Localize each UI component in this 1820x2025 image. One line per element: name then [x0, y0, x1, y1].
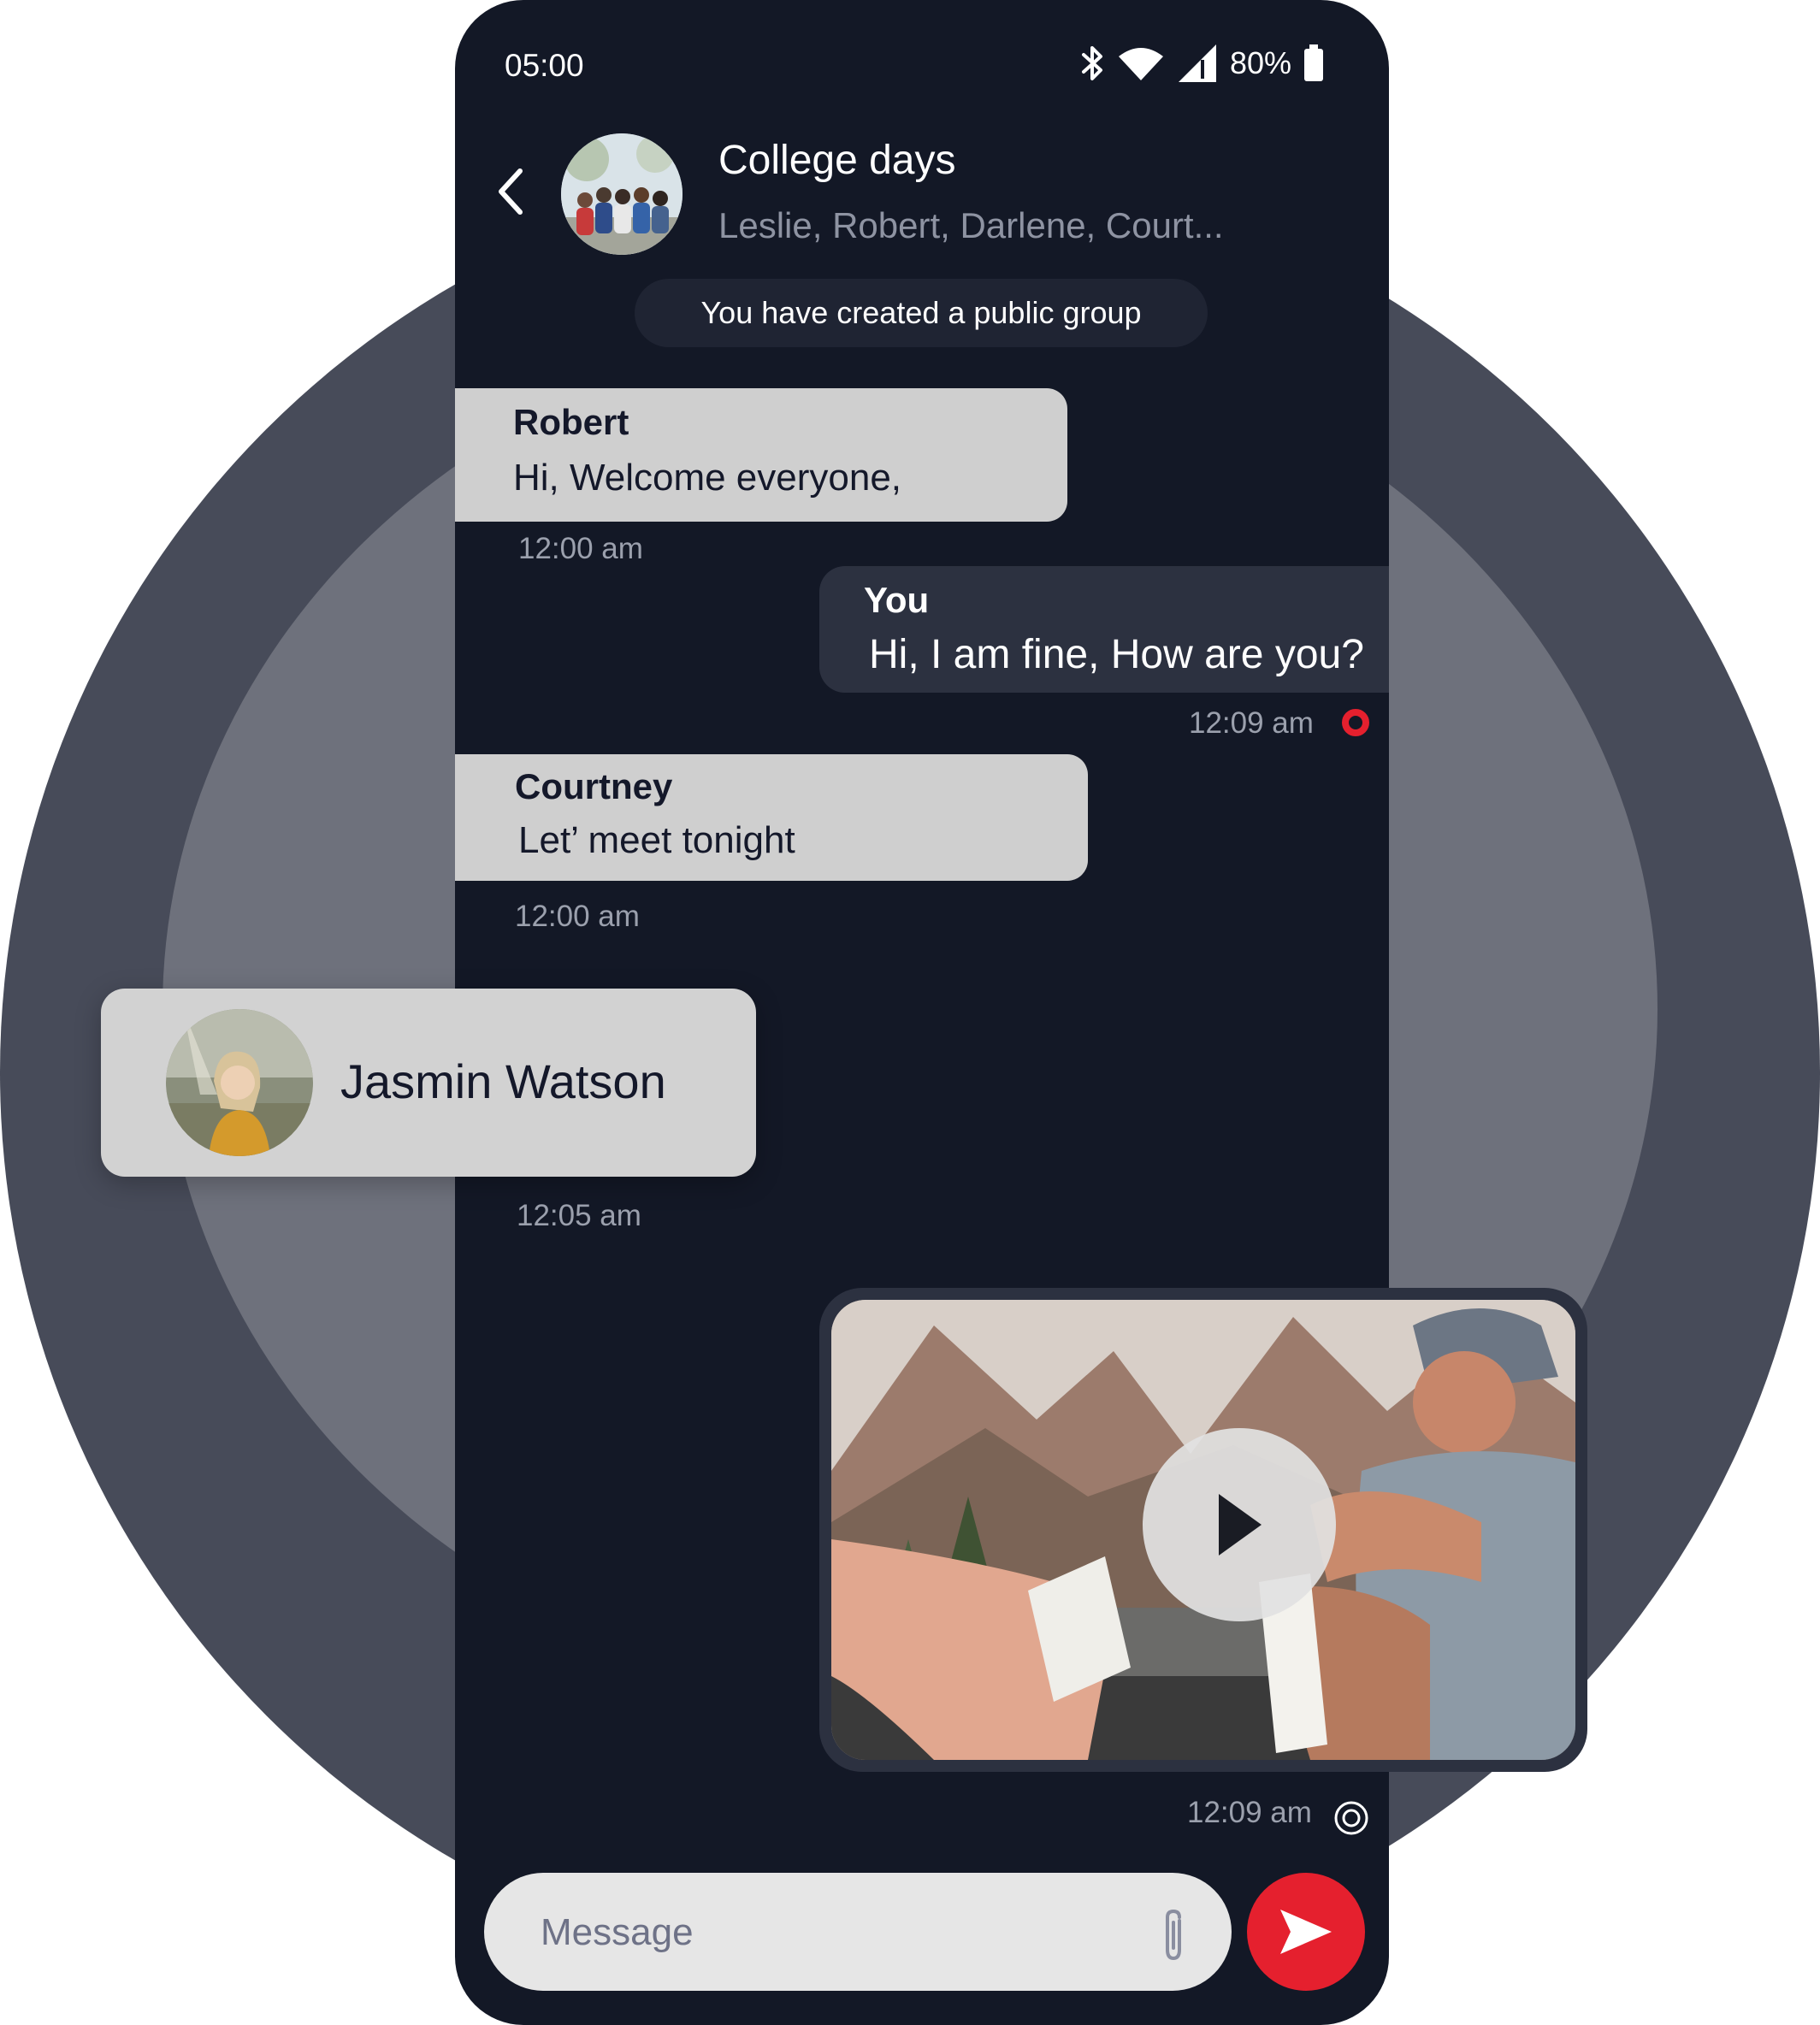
contact-name: Jasmin Watson [340, 1054, 666, 1108]
message-bubble-outgoing[interactable]: You Hi, I am fine, How are you? [819, 566, 1389, 693]
message-timestamp: 12:00 am [518, 532, 643, 565]
sent-status-icon [1342, 709, 1369, 736]
message-text: Let’ meet tonight [518, 819, 795, 861]
attach-button[interactable] [1151, 1905, 1196, 1965]
contact-card[interactable]: Jasmin Watson [101, 989, 756, 1177]
video-message[interactable] [819, 1288, 1587, 1772]
message-timestamp: 12:09 am [1189, 706, 1314, 740]
system-message: You have created a public group [635, 279, 1208, 347]
send-arrow-icon [1280, 1910, 1332, 1954]
message-bubble-incoming[interactable]: Courtney Let’ meet tonight [455, 754, 1088, 881]
paperclip-icon [1166, 1909, 1181, 1961]
chevron-left-icon [499, 168, 523, 215]
message-bubble-incoming[interactable]: Robert Hi, Welcome everyone, [455, 388, 1067, 522]
message-timestamp: 12:00 am [515, 900, 640, 933]
chat-title[interactable]: College days [718, 137, 956, 184]
status-time: 05:00 [505, 48, 584, 83]
video-thumbnail [831, 1300, 1575, 1760]
group-avatar[interactable] [561, 133, 682, 255]
message-sender: You [864, 580, 930, 620]
sent-ring-icon [1334, 1801, 1368, 1835]
send-button[interactable] [1247, 1873, 1365, 1991]
status-icons: 80% [1079, 43, 1324, 84]
message-input[interactable] [539, 1902, 1124, 1963]
chat-members[interactable]: Leslie, Robert, Darlene, Court... [718, 205, 1224, 246]
play-button[interactable] [1143, 1428, 1336, 1621]
message-timestamp: 12:09 am [1187, 1796, 1312, 1829]
message-sender: Robert [513, 402, 629, 442]
group-photo [561, 133, 682, 255]
contact-avatar [166, 1009, 313, 1156]
wifi-icon [1118, 48, 1163, 80]
battery-percent: 80% [1229, 45, 1291, 80]
message-composer [484, 1873, 1232, 1991]
message-text: Hi, I am fine, How are you? [869, 632, 1364, 677]
bluetooth-icon [1081, 46, 1102, 80]
battery-icon [1304, 44, 1323, 81]
message-text: Hi, Welcome everyone, [513, 457, 902, 499]
message-timestamp: 12:05 am [517, 1199, 641, 1232]
message-sender: Courtney [515, 766, 673, 806]
play-icon [1219, 1494, 1262, 1556]
contact-photo [166, 1009, 313, 1156]
back-button[interactable] [486, 159, 537, 224]
signal-icon [1178, 44, 1216, 82]
